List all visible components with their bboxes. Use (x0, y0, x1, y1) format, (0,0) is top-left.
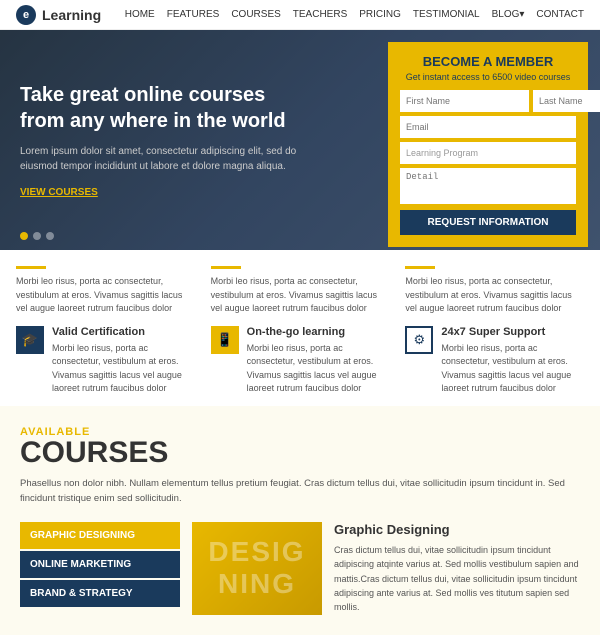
feature-text-3: Morbi leo risus, porta ac consectetur, v… (405, 275, 584, 316)
logo: e Learning (16, 5, 101, 25)
dot-2[interactable] (33, 232, 41, 240)
nav-testimonial[interactable]: TESTIMONIAL (413, 9, 480, 20)
header: e Learning HOME FEATURES COURSES TEACHER… (0, 0, 600, 30)
feature-body-2: On-the-go learning Morbi leo risus, port… (247, 326, 390, 396)
hero-section: Take great online courses from any where… (0, 30, 600, 250)
nav-features[interactable]: FEATURES (167, 9, 220, 20)
first-name-input[interactable] (400, 90, 529, 112)
feature-item-3: ⚙ 24x7 Super Support Morbi leo risus, po… (405, 326, 584, 396)
feature-col-1: Morbi leo risus, porta ac consectetur, v… (16, 266, 195, 396)
hero-content: Take great online courses from any where… (0, 62, 330, 218)
feature-text-1: Morbi leo risus, porta ac consectetur, v… (16, 275, 195, 316)
membership-subtitle: Get instant access to 6500 video courses (400, 72, 576, 82)
courses-title: COURSES (20, 438, 580, 468)
nav-courses[interactable]: COURSES (231, 9, 280, 20)
nav-contact[interactable]: CONTACT (536, 9, 584, 20)
course-item-brand[interactable]: BRAND & STRATEGY (20, 580, 180, 607)
courses-section: AVAILABLE COURSES Phasellus non dolor ni… (0, 406, 600, 635)
feature-body-1: Valid Certification Morbi leo risus, por… (52, 326, 195, 396)
feature-bar-2 (211, 266, 241, 269)
nav-blog[interactable]: BLOG▾ (492, 9, 525, 20)
nav-home[interactable]: HOME (125, 9, 155, 20)
feature-item-2: 📱 On-the-go learning Morbi leo risus, po… (211, 326, 390, 396)
feature-col-2: Morbi leo risus, porta ac consectetur, v… (211, 266, 390, 396)
email-input[interactable] (400, 116, 576, 138)
membership-form: BECOME A MEMBER Get instant access to 65… (388, 42, 588, 247)
view-courses-link[interactable]: VIEW COURSES (20, 187, 98, 198)
feature-heading-3: 24x7 Super Support (441, 326, 584, 338)
name-row (400, 90, 576, 112)
hero-description: Lorem ipsum dolor sit amet, consectetur … (20, 144, 310, 174)
course-item-graphic[interactable]: GRAPHIC DESIGNING (20, 522, 180, 549)
course-detail: Graphic Designing Cras dictum tellus dui… (334, 522, 580, 615)
hero-dots (20, 232, 54, 240)
course-detail-text: Cras dictum tellus dui, vitae sollicitud… (334, 543, 580, 615)
nav: HOME FEATURES COURSES TEACHERS PRICING T… (125, 9, 584, 20)
feature-text-2: Morbi leo risus, porta ac consectetur, v… (211, 275, 390, 316)
certification-icon: 🎓 (16, 326, 44, 354)
thumbnail-text: DESIG (208, 536, 305, 568)
dot-3[interactable] (46, 232, 54, 240)
thumbnail-text2: NING (218, 568, 296, 600)
course-item-marketing[interactable]: ONLINE MARKETING (20, 551, 180, 578)
thumbnail-overlay: DESIG NING (192, 522, 322, 615)
feature-desc-1: Morbi leo risus, porta ac consectetur, v… (52, 342, 195, 396)
feature-col-3: Morbi leo risus, porta ac consectetur, v… (405, 266, 584, 396)
feature-desc-3: Morbi leo risus, porta ac consectetur, v… (441, 342, 584, 396)
features-section: Morbi leo risus, porta ac consectetur, v… (0, 250, 600, 406)
logo-icon: e (16, 5, 36, 25)
hero-title: Take great online courses from any where… (20, 82, 310, 134)
features-grid: Morbi leo risus, porta ac consectetur, v… (16, 266, 584, 396)
courses-list: GRAPHIC DESIGNING ONLINE MARKETING BRAND… (20, 522, 180, 615)
dot-1[interactable] (20, 232, 28, 240)
last-name-input[interactable] (533, 90, 600, 112)
membership-title: BECOME A MEMBER (400, 54, 576, 69)
course-thumbnail: DESIG NING (192, 522, 322, 615)
program-select[interactable]: Learning Program (400, 142, 576, 164)
nav-teachers[interactable]: TEACHERS (293, 9, 347, 20)
feature-bar-1 (16, 266, 46, 269)
course-detail-title: Graphic Designing (334, 522, 580, 537)
feature-heading-2: On-the-go learning (247, 326, 390, 338)
feature-bar-3 (405, 266, 435, 269)
detail-textarea[interactable] (400, 168, 576, 204)
nav-pricing[interactable]: PRICING (359, 9, 401, 20)
feature-body-3: 24x7 Super Support Morbi leo risus, port… (441, 326, 584, 396)
request-info-button[interactable]: Request Information (400, 210, 576, 235)
feature-desc-2: Morbi leo risus, porta ac consectetur, v… (247, 342, 390, 396)
mobile-icon: 📱 (211, 326, 239, 354)
feature-item-1: 🎓 Valid Certification Morbi leo risus, p… (16, 326, 195, 396)
feature-heading-1: Valid Certification (52, 326, 195, 338)
support-icon: ⚙ (405, 326, 433, 354)
logo-text: Learning (42, 7, 101, 23)
courses-layout: GRAPHIC DESIGNING ONLINE MARKETING BRAND… (20, 522, 580, 615)
courses-description: Phasellus non dolor nibh. Nullam element… (20, 476, 580, 506)
